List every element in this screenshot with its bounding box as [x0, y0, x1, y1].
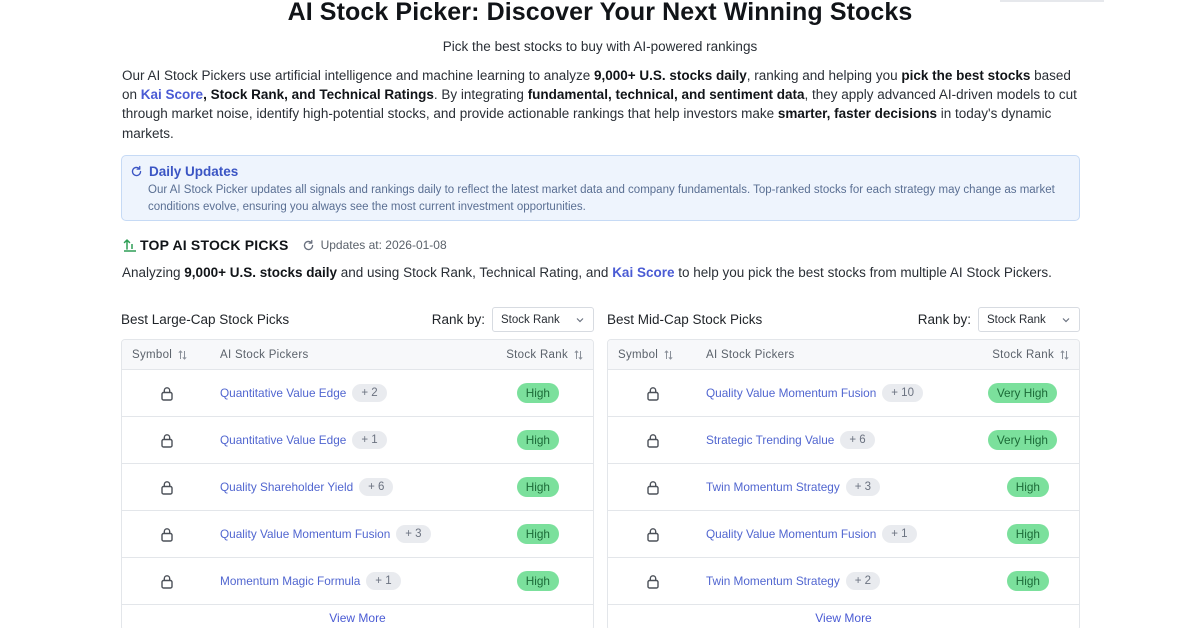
more-pickers-badge[interactable]: + 10 — [882, 384, 923, 402]
table-row[interactable]: Quality Shareholder Yield + 6 High — [122, 464, 593, 511]
lock-icon[interactable] — [160, 480, 174, 495]
sort-icon — [664, 349, 673, 360]
table-header: Symbol AI Stock Pickers Stock Rank — [122, 340, 593, 370]
table-row[interactable]: Quantitative Value Edge + 2 High — [122, 370, 593, 417]
view-more-link[interactable]: View More — [608, 605, 1079, 628]
rank-badge: High — [516, 430, 559, 450]
rank-badge: High — [516, 477, 559, 497]
picker-link[interactable]: Quality Value Momentum Fusion — [706, 527, 876, 541]
chevron-down-icon — [576, 317, 584, 322]
picker-link[interactable]: Quantitative Value Edge — [220, 386, 346, 400]
lock-icon[interactable] — [160, 433, 174, 448]
pickers-column-header: AI Stock Pickers — [220, 348, 309, 361]
more-pickers-badge[interactable]: + 6 — [359, 478, 394, 496]
lock-icon[interactable] — [646, 433, 660, 448]
analyzing-paragraph: Analyzing 9,000+ U.S. stocks daily and u… — [122, 265, 1052, 280]
refresh-icon — [303, 239, 313, 250]
lock-icon[interactable] — [160, 386, 174, 401]
top-picks-title: TOP AI STOCK PICKS — [140, 237, 289, 253]
sort-icon — [1060, 349, 1069, 360]
rank-badge: High — [1006, 524, 1049, 544]
picker-link[interactable]: Quality Shareholder Yield — [220, 480, 353, 494]
chevron-down-icon — [1062, 317, 1070, 322]
kai-score-link[interactable]: Kai Score — [612, 265, 674, 280]
mid-cap-table: Symbol AI Stock Pickers Stock Rank Quali… — [607, 339, 1080, 628]
more-pickers-badge[interactable]: + 1 — [366, 572, 401, 590]
kai-score-link[interactable]: Kai Score — [141, 87, 203, 102]
symbol-column-header[interactable]: Symbol — [608, 349, 706, 361]
lock-icon[interactable] — [646, 480, 660, 495]
picker-link[interactable]: Strategic Trending Value — [706, 433, 834, 447]
large-cap-panel: Best Large-Cap Stock Picks Rank by: Stoc… — [121, 307, 594, 628]
updates-timestamp: Updates at: 2026-01-08 — [320, 238, 447, 252]
more-pickers-badge[interactable]: + 3 — [845, 478, 881, 496]
mid-cap-rank-select[interactable]: Stock Rank — [978, 307, 1080, 332]
rank-by-label: Rank by: — [917, 312, 971, 327]
refresh-icon — [131, 165, 142, 177]
picker-link[interactable]: Quantitative Value Edge — [220, 433, 346, 447]
table-row[interactable]: Quality Value Momentum Fusion + 10 Very H… — [608, 370, 1079, 417]
picker-link[interactable]: Quality Value Momentum Fusion — [220, 527, 390, 541]
mid-cap-title: Best Mid-Cap Stock Picks — [607, 312, 763, 327]
rank-badge: High — [516, 383, 559, 403]
rank-badge: High — [516, 524, 559, 544]
table-row[interactable]: Quality Value Momentum Fusion + 1 High — [608, 511, 1079, 558]
sort-icon — [574, 349, 583, 360]
lock-icon[interactable] — [160, 527, 174, 542]
rank-column-header[interactable]: Stock Rank — [976, 349, 1079, 361]
more-pickers-badge[interactable]: + 1 — [882, 525, 917, 543]
rank-badge: High — [1006, 571, 1049, 591]
more-pickers-badge[interactable]: + 1 — [352, 431, 387, 449]
table-row[interactable]: Quality Value Momentum Fusion + 3 High — [122, 511, 593, 558]
pickers-column-header: AI Stock Pickers — [706, 348, 795, 361]
rank-badge: Very High — [987, 430, 1057, 450]
daily-updates-notice: Daily Updates Our AI Stock Picker update… — [121, 155, 1080, 221]
page-title: AI Stock Picker: Discover Your Next Winn… — [287, 0, 913, 26]
sort-icon — [178, 349, 187, 360]
more-pickers-badge[interactable]: + 3 — [396, 525, 431, 543]
lock-icon[interactable] — [646, 527, 660, 542]
table-row[interactable]: Twin Momentum Strategy + 3 High — [608, 464, 1079, 511]
rank-column-header[interactable]: Stock Rank — [490, 349, 593, 361]
table-row[interactable]: Strategic Trending Value + 6 Very High — [608, 417, 1079, 464]
large-cap-table: Symbol AI Stock Pickers Stock Rank Quant… — [121, 339, 594, 628]
table-header: Symbol AI Stock Pickers Stock Rank — [608, 340, 1079, 370]
picker-link[interactable]: Twin Momentum Strategy — [706, 480, 840, 494]
large-cap-title: Best Large-Cap Stock Picks — [121, 312, 290, 327]
notice-text: Our AI Stock Picker updates all signals … — [148, 184, 1055, 213]
rank-badge: Very High — [987, 383, 1057, 403]
more-pickers-badge[interactable]: + 6 — [840, 431, 875, 449]
more-pickers-badge[interactable]: + 2 — [845, 572, 881, 590]
mid-cap-panel: Best Mid-Cap Stock Picks Rank by: Stock … — [607, 307, 1080, 628]
top-picks-header: TOP AI STOCK PICKS Updates at: 2026-01-0… — [122, 236, 447, 254]
picker-link[interactable]: Twin Momentum Strategy — [706, 574, 840, 588]
rank-badge: High — [516, 571, 559, 591]
view-more-link[interactable]: View More — [122, 605, 593, 628]
table-row[interactable]: Momentum Magic Formula + 1 High — [122, 558, 593, 605]
trending-up-icon — [123, 239, 136, 252]
lock-icon[interactable] — [160, 574, 174, 589]
more-pickers-badge[interactable]: + 2 — [352, 384, 387, 402]
lock-icon[interactable] — [646, 574, 660, 589]
picker-link[interactable]: Quality Value Momentum Fusion — [706, 386, 876, 400]
rank-by-label: Rank by: — [431, 312, 485, 327]
symbol-column-header[interactable]: Symbol — [122, 349, 220, 361]
picker-link[interactable]: Momentum Magic Formula — [220, 574, 360, 588]
large-cap-rank-select[interactable]: Stock Rank — [492, 307, 594, 332]
table-row[interactable]: Twin Momentum Strategy + 2 High — [608, 558, 1079, 605]
lock-icon[interactable] — [646, 386, 660, 401]
notice-title: Daily Updates — [149, 164, 239, 179]
rank-badge: High — [1006, 477, 1049, 497]
page-subtitle: Pick the best stocks to buy with AI-powe… — [442, 39, 758, 54]
table-row[interactable]: Quantitative Value Edge + 1 High — [122, 417, 593, 464]
intro-paragraph: Our AI Stock Pickers use artificial inte… — [122, 68, 1077, 141]
